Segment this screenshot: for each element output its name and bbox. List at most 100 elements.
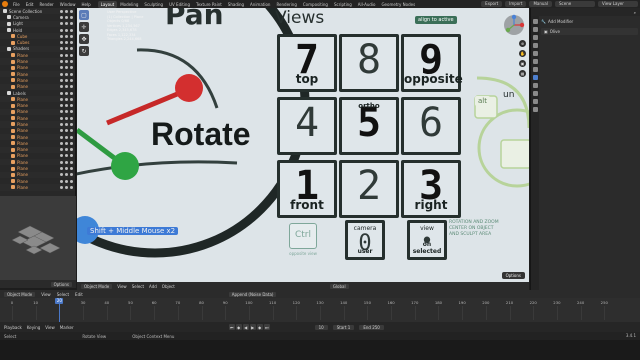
filter-icon[interactable] xyxy=(60,34,63,38)
eye-icon[interactable] xyxy=(65,160,68,164)
filter-icon[interactable] xyxy=(60,179,63,183)
pan-hand-icon[interactable]: ✋ xyxy=(519,50,526,57)
filter-icon[interactable] xyxy=(60,110,63,114)
eye-icon[interactable] xyxy=(65,72,68,76)
camera-icon[interactable] xyxy=(70,60,73,64)
camera-icon[interactable] xyxy=(70,91,73,95)
current-frame-field[interactable]: 10 xyxy=(314,324,328,330)
filter-icon[interactable] xyxy=(60,116,63,120)
eye-icon[interactable] xyxy=(65,179,68,183)
object-name-row[interactable]: ▣ Olive xyxy=(541,28,638,35)
filter-icon[interactable] xyxy=(60,154,63,158)
scene-tab-icon[interactable] xyxy=(532,51,538,56)
camera-icon[interactable] xyxy=(70,53,73,57)
transform-orientation-dropdown[interactable]: Global xyxy=(329,283,349,289)
jump-start-icon[interactable]: ⏮ xyxy=(228,324,235,330)
camera-icon[interactable] xyxy=(70,160,73,164)
filter-icon[interactable] xyxy=(60,173,63,177)
jump-end-icon[interactable]: ⏭ xyxy=(263,324,270,330)
timeline-menu-edit[interactable]: Edit xyxy=(75,292,83,297)
workspace-tab-layout[interactable]: Layout xyxy=(97,0,118,8)
eye-icon[interactable] xyxy=(65,66,68,70)
import-button[interactable]: Import xyxy=(505,1,527,7)
camera-icon[interactable] xyxy=(70,66,73,70)
workspace-tab-sculpting[interactable]: Sculpting xyxy=(141,1,166,8)
camera-icon[interactable] xyxy=(70,28,73,32)
camera-icon[interactable] xyxy=(70,15,73,19)
render-tab-icon[interactable] xyxy=(532,27,538,32)
filter-icon[interactable] xyxy=(60,53,63,57)
viewport-menu-object[interactable]: Object xyxy=(162,284,175,289)
filter-icon[interactable] xyxy=(60,41,63,45)
eye-icon[interactable] xyxy=(65,173,68,177)
camera-icon[interactable] xyxy=(70,110,73,114)
playback-menu[interactable]: Playback xyxy=(4,325,22,330)
properties-search-icon[interactable]: ⌕ xyxy=(634,10,636,15)
menu-edit[interactable]: Edit xyxy=(23,2,37,7)
keying-menu[interactable]: Keying xyxy=(27,325,40,330)
workspace-tab-geometry-nodes[interactable]: Geometry Nodes xyxy=(378,1,418,8)
timeline-menu-view[interactable]: View xyxy=(41,292,51,297)
eye-icon[interactable] xyxy=(65,78,68,82)
camera-icon[interactable] xyxy=(70,104,73,108)
eye-icon[interactable] xyxy=(65,116,68,120)
scene-selector[interactable]: Scene xyxy=(555,1,595,7)
filter-icon[interactable] xyxy=(60,9,63,13)
workspace-tab-all-audio[interactable]: All-Audio xyxy=(355,1,379,8)
camera-icon[interactable] xyxy=(70,167,73,171)
rotate-tool-icon[interactable]: ↻ xyxy=(79,46,89,56)
eye-icon[interactable] xyxy=(65,185,68,189)
navigation-gizmo-icon[interactable] xyxy=(503,14,525,36)
camera-icon[interactable] xyxy=(70,122,73,126)
eye-icon[interactable] xyxy=(65,47,68,51)
eye-icon[interactable] xyxy=(65,85,68,89)
menu-file[interactable]: File xyxy=(10,2,23,7)
filter-icon[interactable] xyxy=(60,22,63,26)
select-tool-icon[interactable]: ▢ xyxy=(79,10,89,20)
eye-icon[interactable] xyxy=(65,122,68,126)
menu-render[interactable]: Render xyxy=(36,2,56,7)
camera-icon[interactable] xyxy=(70,148,73,152)
next-key-icon[interactable]: ◆ xyxy=(256,324,263,330)
viewport-options-button[interactable]: Options xyxy=(501,272,525,279)
camera-icon[interactable] xyxy=(70,85,73,89)
eye-icon[interactable] xyxy=(65,53,68,57)
workspace-tab-compositing[interactable]: Compositing xyxy=(300,1,331,8)
eye-icon[interactable] xyxy=(65,97,68,101)
zoom-icon[interactable]: ⊕ xyxy=(519,40,526,47)
camera-icon[interactable] xyxy=(70,173,73,177)
timeline-menu-select[interactable]: Select xyxy=(57,292,69,297)
eye-icon[interactable] xyxy=(65,15,68,19)
end-frame-field[interactable]: End 250 xyxy=(359,324,384,330)
camera-icon[interactable] xyxy=(70,47,73,51)
workspace-tab-shading[interactable]: Shading xyxy=(225,1,247,8)
camera-icon[interactable] xyxy=(70,78,73,82)
filter-icon[interactable] xyxy=(60,129,63,133)
cursor-tool-icon[interactable]: ✛ xyxy=(79,22,89,32)
prev-key-icon[interactable]: ◆ xyxy=(235,324,242,330)
view-layer-tab-icon[interactable] xyxy=(532,43,538,48)
filter-icon[interactable] xyxy=(60,122,63,126)
camera-icon[interactable] xyxy=(70,129,73,133)
timeline-mode-dropdown[interactable]: Object Mode xyxy=(4,291,36,297)
workspace-tab-rendering[interactable]: Rendering xyxy=(273,1,299,8)
filter-icon[interactable] xyxy=(60,97,63,101)
camera-icon[interactable] xyxy=(70,179,73,183)
eye-icon[interactable] xyxy=(65,34,68,38)
eye-icon[interactable] xyxy=(65,28,68,32)
eye-icon[interactable] xyxy=(65,91,68,95)
viewport-menu-view[interactable]: View xyxy=(117,284,127,289)
perspective-toggle-icon[interactable]: ▦ xyxy=(519,70,526,77)
viewport-menu-select[interactable]: Select xyxy=(132,284,144,289)
camera-view-icon[interactable]: ▣ xyxy=(519,60,526,67)
filter-icon[interactable] xyxy=(60,28,63,32)
move-tool-icon[interactable]: ✥ xyxy=(79,34,89,44)
camera-icon[interactable] xyxy=(70,72,73,76)
eye-icon[interactable] xyxy=(65,110,68,114)
mini-3d-viewport[interactable]: Options xyxy=(0,196,76,288)
filter-icon[interactable] xyxy=(60,15,63,19)
camera-icon[interactable] xyxy=(70,22,73,26)
eye-icon[interactable] xyxy=(65,41,68,45)
view-layer-selector[interactable]: View Layer xyxy=(598,1,638,7)
timeline-area[interactable]: 0102030405060708090100110120130140150160… xyxy=(0,298,640,322)
